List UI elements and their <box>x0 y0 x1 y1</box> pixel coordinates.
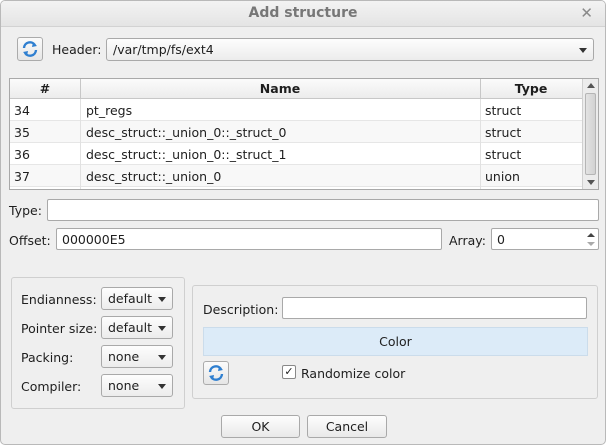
chevron-down-icon <box>158 326 166 331</box>
column-header-name[interactable]: Name <box>80 81 480 96</box>
table-row[interactable]: 37 desc_struct::_union_0 union <box>10 165 582 187</box>
compiler-value: none <box>108 378 140 393</box>
chevron-down-icon <box>158 384 166 389</box>
row-name: desc_struct::_union_0::_struct_1 <box>86 147 287 162</box>
color-button[interactable]: Color <box>203 327 588 356</box>
pointer-size-label: Pointer size: <box>21 321 98 336</box>
type-input[interactable] <box>47 199 599 221</box>
row-number: 36 <box>14 147 30 162</box>
checkmark-icon: ✓ <box>284 365 294 378</box>
array-spinbox[interactable]: 0 <box>491 228 599 250</box>
table-row[interactable]: 35 desc_struct::_union_0::_struct_0 stru… <box>10 121 582 143</box>
endianness-value: default <box>108 291 152 306</box>
packing-combo[interactable]: none <box>101 345 173 368</box>
chevron-down-icon <box>158 355 166 360</box>
refresh-icon <box>208 365 224 381</box>
pointer-size-combo[interactable]: default <box>101 316 173 339</box>
ok-button[interactable]: OK <box>221 415 300 438</box>
title-bar: Add structure ✕ <box>1 1 605 27</box>
description-input[interactable] <box>282 297 587 319</box>
table-row[interactable]: 34 pt_regs struct <box>10 99 582 121</box>
refresh-icon <box>22 41 38 57</box>
close-icon[interactable]: ✕ <box>580 4 593 22</box>
chevron-down-icon <box>579 48 587 53</box>
offset-input[interactable]: 000000E5 <box>56 228 442 250</box>
row-number: 35 <box>14 125 30 140</box>
chevron-down-icon <box>158 297 166 302</box>
column-divider <box>480 99 481 189</box>
pointer-size-value: default <box>108 320 152 335</box>
description-label: Description: <box>203 302 279 317</box>
packing-label: Packing: <box>21 350 74 365</box>
cancel-button[interactable]: Cancel <box>307 415 387 438</box>
column-header-type[interactable]: Type <box>480 81 582 96</box>
endianness-label: Endianness: <box>21 292 97 307</box>
row-type: union <box>485 169 520 184</box>
header-value: /var/tmp/fs/ext4 <box>113 42 214 57</box>
table-row[interactable]: 36 desc_struct::_union_0::_struct_1 stru… <box>10 143 582 165</box>
offset-label: Offset: <box>9 233 51 248</box>
row-type: struct <box>485 125 522 140</box>
column-header-number[interactable]: # <box>10 81 80 96</box>
header-combo[interactable]: /var/tmp/fs/ext4 <box>106 38 594 61</box>
row-name: desc_struct::_union_0 <box>86 169 222 184</box>
refresh-header-button[interactable] <box>17 37 43 61</box>
type-label: Type: <box>9 203 42 218</box>
packing-value: none <box>108 349 140 364</box>
row-name: pt_regs <box>86 103 133 118</box>
compiler-label: Compiler: <box>21 379 82 394</box>
row-number: 37 <box>14 169 30 184</box>
table-scrollbar[interactable] <box>582 79 598 189</box>
row-name: desc_struct::_union_0::_struct_0 <box>86 125 287 140</box>
dialog-title: Add structure <box>248 5 358 21</box>
randomize-color-label[interactable]: Randomize color <box>301 366 405 381</box>
structure-table: # Name Type 34 pt_regs struct 35 desc_st… <box>9 78 599 190</box>
randomize-color-checkbox[interactable]: ✓ <box>282 365 296 379</box>
scroll-down-icon[interactable] <box>587 180 595 185</box>
row-type: struct <box>485 103 522 118</box>
array-label: Array: <box>449 233 486 248</box>
array-stepper[interactable] <box>584 229 598 251</box>
compiler-combo[interactable]: none <box>101 374 173 397</box>
spin-down-icon[interactable] <box>587 242 595 246</box>
scroll-thumb[interactable] <box>585 93 596 175</box>
table-header: # Name Type <box>10 79 582 99</box>
add-structure-dialog: Add structure ✕ Header: /var/tmp/fs/ext4… <box>0 0 606 445</box>
array-value: 0 <box>497 232 505 247</box>
header-label: Header: <box>52 42 102 57</box>
column-divider <box>80 99 81 189</box>
row-number: 34 <box>14 103 30 118</box>
row-type: struct <box>485 147 522 162</box>
refresh-color-button[interactable] <box>203 361 229 385</box>
scroll-up-icon[interactable] <box>587 83 595 88</box>
spin-up-icon[interactable] <box>587 233 595 237</box>
endianness-combo[interactable]: default <box>101 287 173 310</box>
